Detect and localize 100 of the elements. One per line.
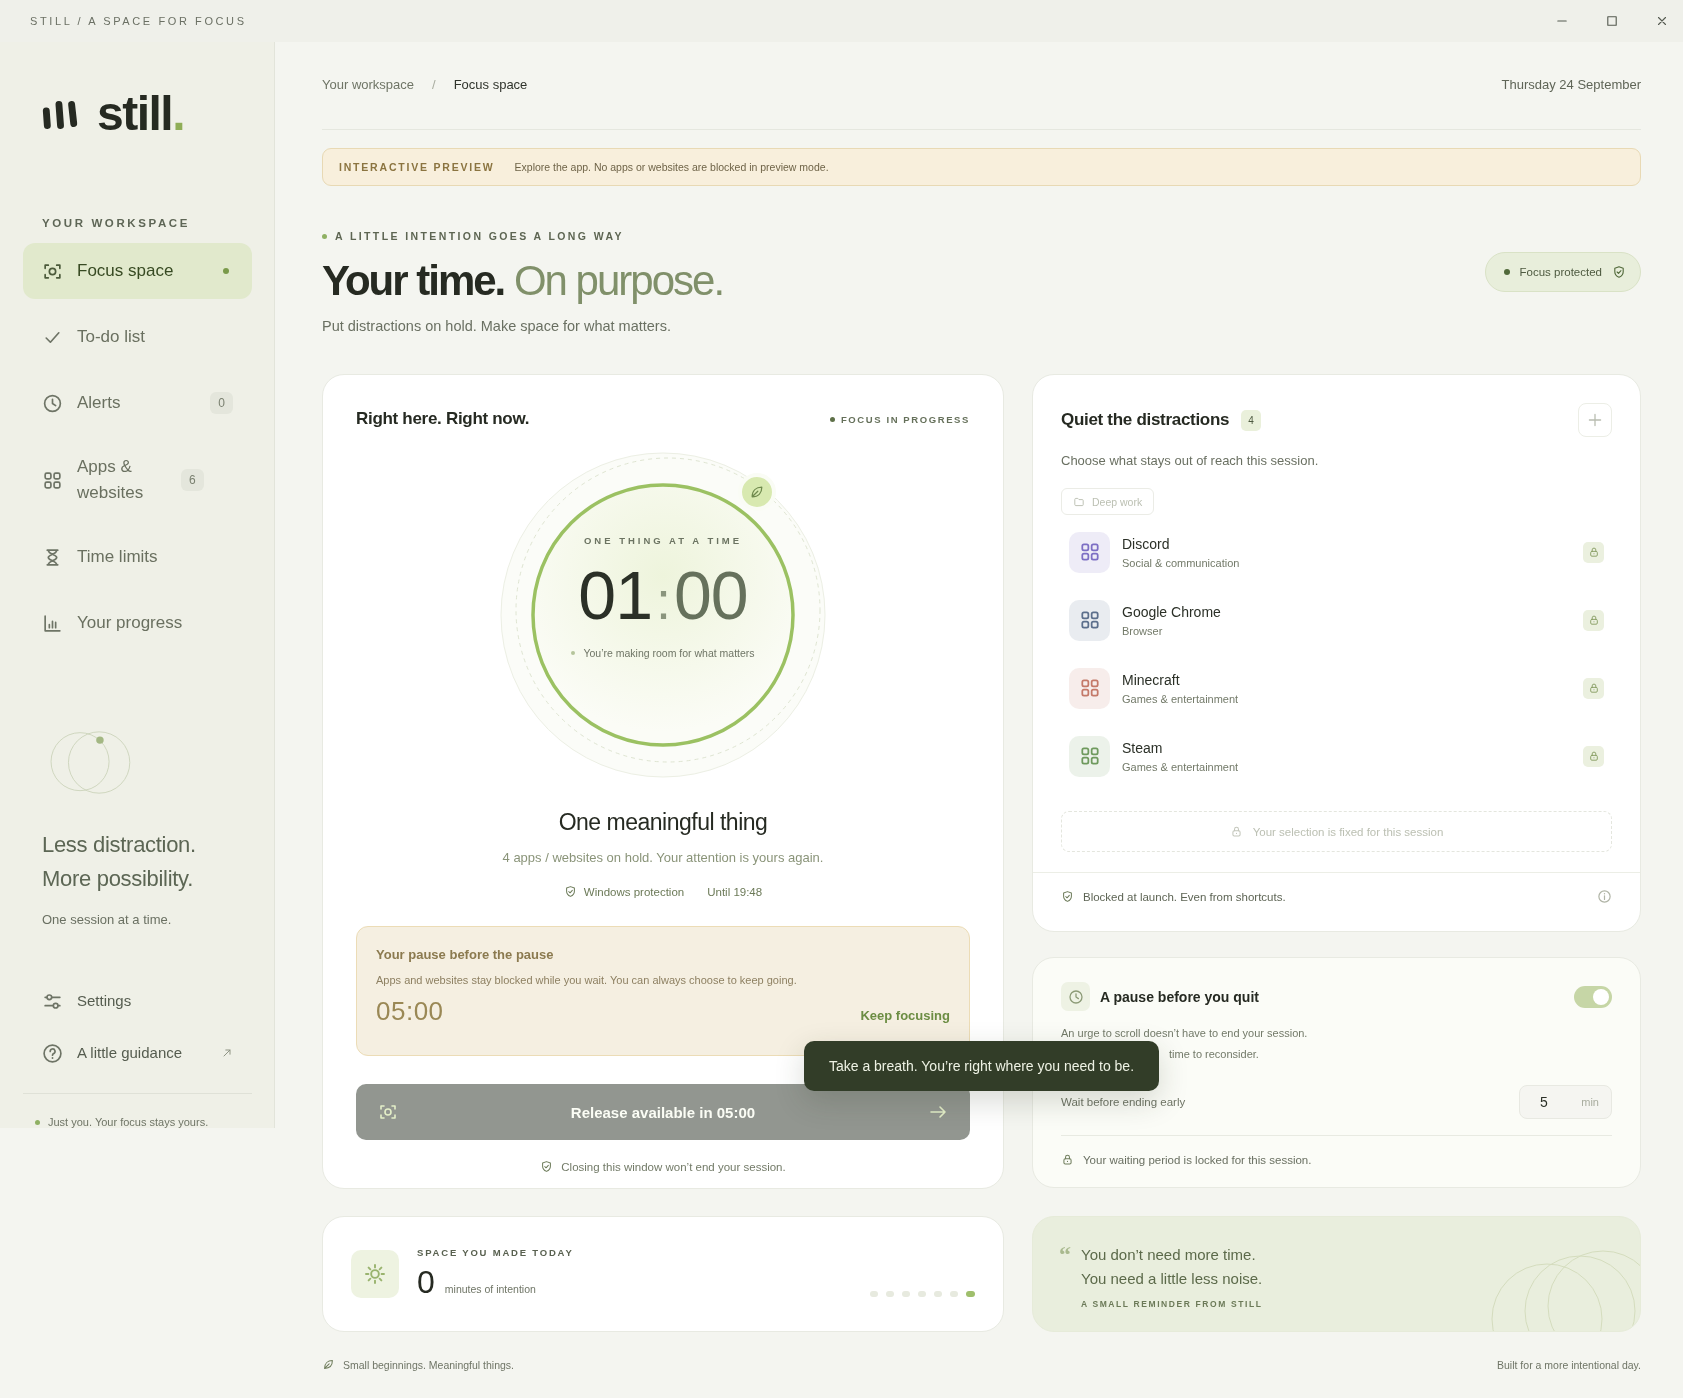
stats-unit: minutes of intention [444, 1283, 536, 1295]
quote-text: You don’t need more time. [1081, 1245, 1257, 1265]
note-text: Closing this window won’t end your session. [561, 1160, 786, 1173]
footer-text: Built for a more intentional day. [1497, 1358, 1641, 1371]
external-link-icon [221, 1047, 233, 1059]
nav-item[interactable]: Your progress [23, 595, 252, 651]
app-category: Games & entertainment [1122, 692, 1240, 705]
card-title: Right here. Right now. [356, 409, 530, 429]
folder-icon [1073, 495, 1085, 508]
active-dot [223, 268, 229, 274]
app-category: Browser [1122, 624, 1164, 637]
clock-icon [42, 392, 63, 414]
description-text: time to reconsider. [1168, 1047, 1260, 1062]
lock-note: Your waiting period is locked for this session. [1083, 1153, 1312, 1166]
footer-text: Just you. Your focus stays yours. [48, 1116, 209, 1128]
minutes-field[interactable]: 5 min [1519, 1085, 1612, 1119]
tagline-text: More possibility. [42, 865, 194, 893]
status-pill: Focus protected [1484, 252, 1641, 292]
tooltip: Take a breath. You’re right where you need to be. [804, 1041, 1159, 1091]
card-title: A pause before you quit [1100, 988, 1260, 1005]
shield-check-icon [1612, 265, 1626, 279]
protection-label: Windows protection [583, 885, 685, 898]
count-badge: 4 [1241, 409, 1261, 431]
date-text: Thursday 24 September [1501, 77, 1641, 92]
help-icon [42, 1042, 63, 1064]
quote-text: You need a little less noise. [1081, 1269, 1263, 1289]
tagline-note: One session at a time. [42, 912, 173, 927]
quote-source: A SMALL REMINDER FROM STILL [1081, 1299, 1263, 1309]
app-name: Minecraft [1122, 671, 1181, 688]
panel-text: Apps and websites stay blocked while you wait. You can always choose to keep going. [376, 974, 798, 986]
clock-icon [1067, 988, 1084, 1005]
footer-note: Blocked at launch. Even from shortcuts. [1083, 890, 1287, 903]
app-name: Google Chrome [1122, 603, 1222, 620]
nav-item[interactable]: Alerts 0 [23, 375, 252, 431]
lock-icon [1061, 1153, 1074, 1166]
count-badge: 0 [210, 392, 233, 414]
nav-item[interactable]: Time limits [23, 529, 252, 585]
lock-icon [1229, 825, 1243, 838]
tagline-text: Less distraction. [42, 831, 197, 859]
shield-check-icon [563, 885, 577, 898]
summary-text: 4 apps / websites on hold. Your attention is yours again. [502, 850, 824, 865]
count-badge: 6 [181, 469, 204, 491]
nav-item[interactable]: Focus space [23, 243, 252, 299]
status-text: FOCUS IN PROGRESS [840, 413, 970, 425]
lock-icon [1587, 750, 1600, 762]
breadcrumb-link[interactable]: Your workspace [322, 77, 414, 92]
stats-label: SPACE YOU MADE TODAY [417, 1247, 575, 1258]
keep-focusing-link[interactable]: Keep focusing [860, 1008, 950, 1023]
app-name: Steam [1122, 739, 1164, 756]
timer-caption: ONE THING AT A TIME [583, 535, 743, 546]
quote-mark: “ [1059, 1243, 1071, 1269]
bullet-dot [571, 651, 576, 655]
stats-value: 0 [417, 1264, 435, 1301]
nav-item[interactable]: To-do list [23, 309, 252, 365]
shield-check-icon [1061, 890, 1074, 903]
sidebar-link[interactable]: A little guidance [23, 1027, 252, 1079]
leaf-icon [749, 484, 765, 500]
window-title: STILL / A SPACE FOR FOCUS [30, 15, 248, 27]
banner-text: Explore the app. No apps or websites are blocked in preview mode. [514, 161, 829, 173]
sidebar-link[interactable]: Settings [23, 975, 252, 1027]
breadcrumb-link[interactable]: Focus space [453, 77, 528, 92]
app-category: Games & entertainment [1122, 760, 1240, 773]
app-category: Social & communication [1122, 556, 1241, 569]
lock-icon [1587, 614, 1600, 626]
headline: Your time. On purpose. [322, 256, 725, 306]
lock-icon [1587, 546, 1600, 558]
status-dot [35, 1119, 40, 1125]
panel-title: Your pause before the pause [376, 947, 555, 962]
app-name: Discord [1122, 535, 1171, 552]
grid-icon [42, 469, 63, 491]
breadcrumb-separator: / [432, 77, 436, 92]
eyebrow-text: A LITTLE INTENTION GOES A LONG WAY [335, 230, 624, 242]
logo-text: still. [97, 90, 185, 138]
timer-note: You’re making room for what matters [583, 647, 755, 659]
add-button[interactable] [1578, 403, 1612, 437]
bullet-dot [322, 233, 327, 239]
subtitle-text: Put distractions on hold. Make space for what matters. [322, 318, 672, 334]
until-time: Until 19:48 [707, 885, 763, 898]
shield-check-icon [540, 1160, 554, 1173]
timer-display: 01:00 [578, 556, 748, 635]
info-icon[interactable] [1597, 889, 1612, 904]
lock-icon [1587, 682, 1600, 694]
logo-bars-icon [41, 98, 79, 130]
banner-label: INTERACTIVE PREVIEW [339, 161, 495, 173]
focus-frame-icon [378, 1102, 398, 1122]
card-subtitle: Choose what stays out of reach this session. [1061, 453, 1320, 468]
bar-chart-icon [42, 612, 63, 634]
section-heading: One meaningful thing [558, 809, 768, 836]
footer-text: Small beginnings. Meaningful things. [343, 1358, 515, 1371]
nav-item[interactable]: Apps & websites 6 [23, 441, 252, 519]
maximize-icon[interactable] [1605, 14, 1619, 28]
status-dot [829, 416, 835, 422]
fixed-note: Your selection is fixed for this session [1252, 825, 1444, 838]
toggle-switch[interactable] [1574, 985, 1612, 1008]
leaf-icon [322, 1358, 335, 1371]
close-icon[interactable] [1655, 14, 1669, 28]
description-text: An urge to scroll doesn’t have to end your session. [1061, 1026, 1309, 1041]
sun-icon [363, 1262, 387, 1286]
countdown-text: 05:00 [376, 996, 444, 1027]
section-label: YOUR WORKSPACE [42, 217, 191, 229]
